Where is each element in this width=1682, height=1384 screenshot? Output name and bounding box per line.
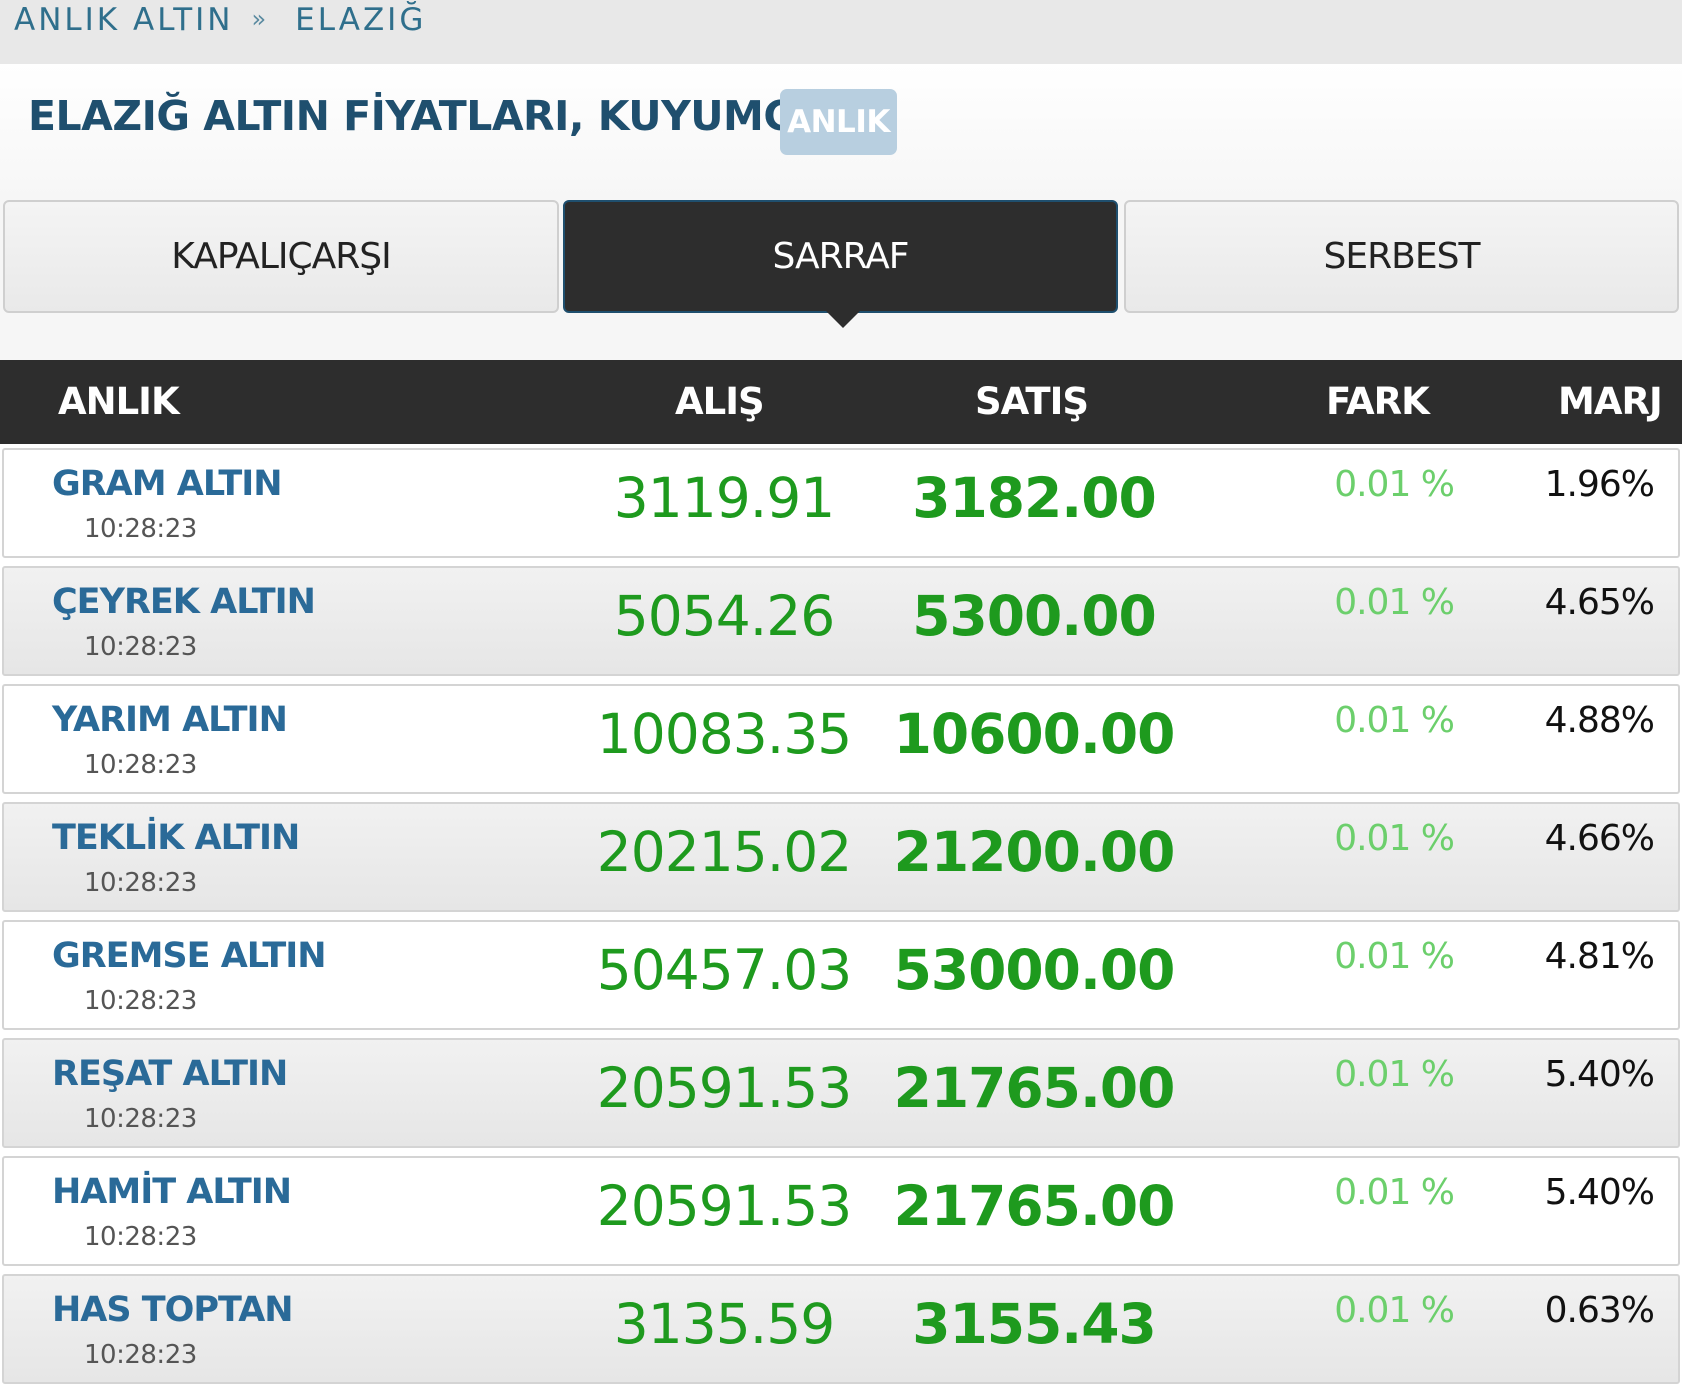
buy-price: 20591.53 — [596, 1174, 852, 1238]
price-difference: 0.01 % — [1334, 700, 1455, 741]
update-time: 10:28:23 — [84, 632, 197, 662]
live-badge: ANLIK — [780, 89, 897, 155]
buy-price: 50457.03 — [596, 938, 852, 1002]
column-header-margin: MARJ — [1558, 380, 1663, 423]
update-time: 10:28:23 — [84, 750, 197, 780]
price-difference: 0.01 % — [1334, 1172, 1455, 1213]
sell-price: 10600.00 — [893, 702, 1176, 766]
column-header-name: ANLIK — [58, 380, 180, 423]
active-tab-indicator-icon — [826, 311, 860, 328]
table-row[interactable]: HAMİT ALTIN 10:28:23 20591.53 21765.00 0.01 … — [2, 1156, 1680, 1266]
column-header-diff: FARK — [1326, 380, 1430, 423]
sell-price: 21765.00 — [893, 1174, 1176, 1238]
sell-price: 21200.00 — [893, 820, 1176, 884]
page-title: ELAZIĞ ALTIN FİYATLARI, KUYUMCU — [28, 92, 826, 140]
buy-price: 10083.35 — [596, 702, 852, 766]
sell-price: 53000.00 — [893, 938, 1176, 1002]
update-time: 10:28:23 — [84, 868, 197, 898]
update-time: 10:28:23 — [84, 986, 197, 1016]
table-row[interactable]: HAS TOPTAN 10:28:23 3135.59 3155.43 0.01 % 0.… — [2, 1274, 1680, 1384]
buy-price: 5054.26 — [613, 584, 835, 648]
item-name[interactable]: TEKLİK ALTIN — [52, 818, 300, 858]
margin-value: 4.81% — [1544, 936, 1655, 977]
item-name[interactable]: GREMSE ALTIN — [52, 936, 327, 976]
price-difference: 0.01 % — [1334, 1054, 1455, 1095]
update-time: 10:28:23 — [84, 1104, 197, 1134]
margin-value: 1.96% — [1544, 464, 1655, 505]
item-name[interactable]: YARIM ALTIN — [52, 700, 288, 740]
price-difference: 0.01 % — [1334, 936, 1455, 977]
item-name[interactable]: REŞAT ALTIN — [52, 1054, 288, 1094]
table-header: ANLIK ALIŞ SATIŞ FARK MARJ — [0, 360, 1682, 444]
margin-value: 5.40% — [1544, 1054, 1655, 1095]
tab-sarraf[interactable]: SARRAF — [563, 200, 1118, 313]
column-header-sell: SATIŞ — [975, 380, 1089, 423]
sell-price: 5300.00 — [912, 584, 1157, 648]
table-row[interactable]: TEKLİK ALTIN 10:28:23 20215.02 21200.00 0.01… — [2, 802, 1680, 912]
buy-price: 20215.02 — [596, 820, 852, 884]
margin-value: 4.88% — [1544, 700, 1655, 741]
sell-price: 3182.00 — [912, 466, 1157, 530]
sell-price: 21765.00 — [893, 1056, 1176, 1120]
buy-price: 3135.59 — [613, 1292, 835, 1356]
table-row[interactable]: GRAM ALTIN 10:28:23 3119.91 3182.00 0.01 % 1.… — [2, 448, 1680, 558]
price-difference: 0.01 % — [1334, 818, 1455, 859]
buy-price: 20591.53 — [596, 1056, 852, 1120]
sell-price: 3155.43 — [912, 1292, 1157, 1356]
price-difference: 0.01 % — [1334, 582, 1455, 623]
breadcrumb-link-root[interactable]: ANLIK ALTIN — [14, 2, 233, 38]
column-header-buy: ALIŞ — [675, 380, 765, 423]
item-name[interactable]: HAMİT ALTIN — [52, 1172, 292, 1212]
breadcrumb-separator-icon: » — [251, 5, 270, 33]
item-name[interactable]: GRAM ALTIN — [52, 464, 283, 504]
table-row[interactable]: REŞAT ALTIN 10:28:23 20591.53 21765.00 0.01 … — [2, 1038, 1680, 1148]
breadcrumb: ANLIK ALTIN » ELAZIĞ — [14, 2, 426, 38]
table-row[interactable]: YARIM ALTIN 10:28:23 10083.35 10600.00 0.01 … — [2, 684, 1680, 794]
buy-price: 3119.91 — [613, 466, 835, 530]
price-difference: 0.01 % — [1334, 1290, 1455, 1331]
margin-value: 5.40% — [1544, 1172, 1655, 1213]
price-difference: 0.01 % — [1334, 464, 1455, 505]
update-time: 10:28:23 — [84, 514, 197, 544]
item-name[interactable]: ÇEYREK ALTIN — [52, 582, 316, 622]
breadcrumb-link-current[interactable]: ELAZIĞ — [295, 2, 426, 38]
tab-kapalicarsi[interactable]: KAPALIÇARŞI — [3, 200, 559, 313]
margin-value: 4.66% — [1544, 818, 1655, 859]
item-name[interactable]: HAS TOPTAN — [52, 1290, 294, 1330]
margin-value: 0.63% — [1544, 1290, 1655, 1331]
table-row[interactable]: GREMSE ALTIN 10:28:23 50457.03 53000.00 0.01… — [2, 920, 1680, 1030]
margin-value: 4.65% — [1544, 582, 1655, 623]
update-time: 10:28:23 — [84, 1222, 197, 1252]
table-row[interactable]: ÇEYREK ALTIN 10:28:23 5054.26 5300.00 0.01 %… — [2, 566, 1680, 676]
update-time: 10:28:23 — [84, 1340, 197, 1370]
tab-serbest[interactable]: SERBEST — [1124, 200, 1679, 313]
